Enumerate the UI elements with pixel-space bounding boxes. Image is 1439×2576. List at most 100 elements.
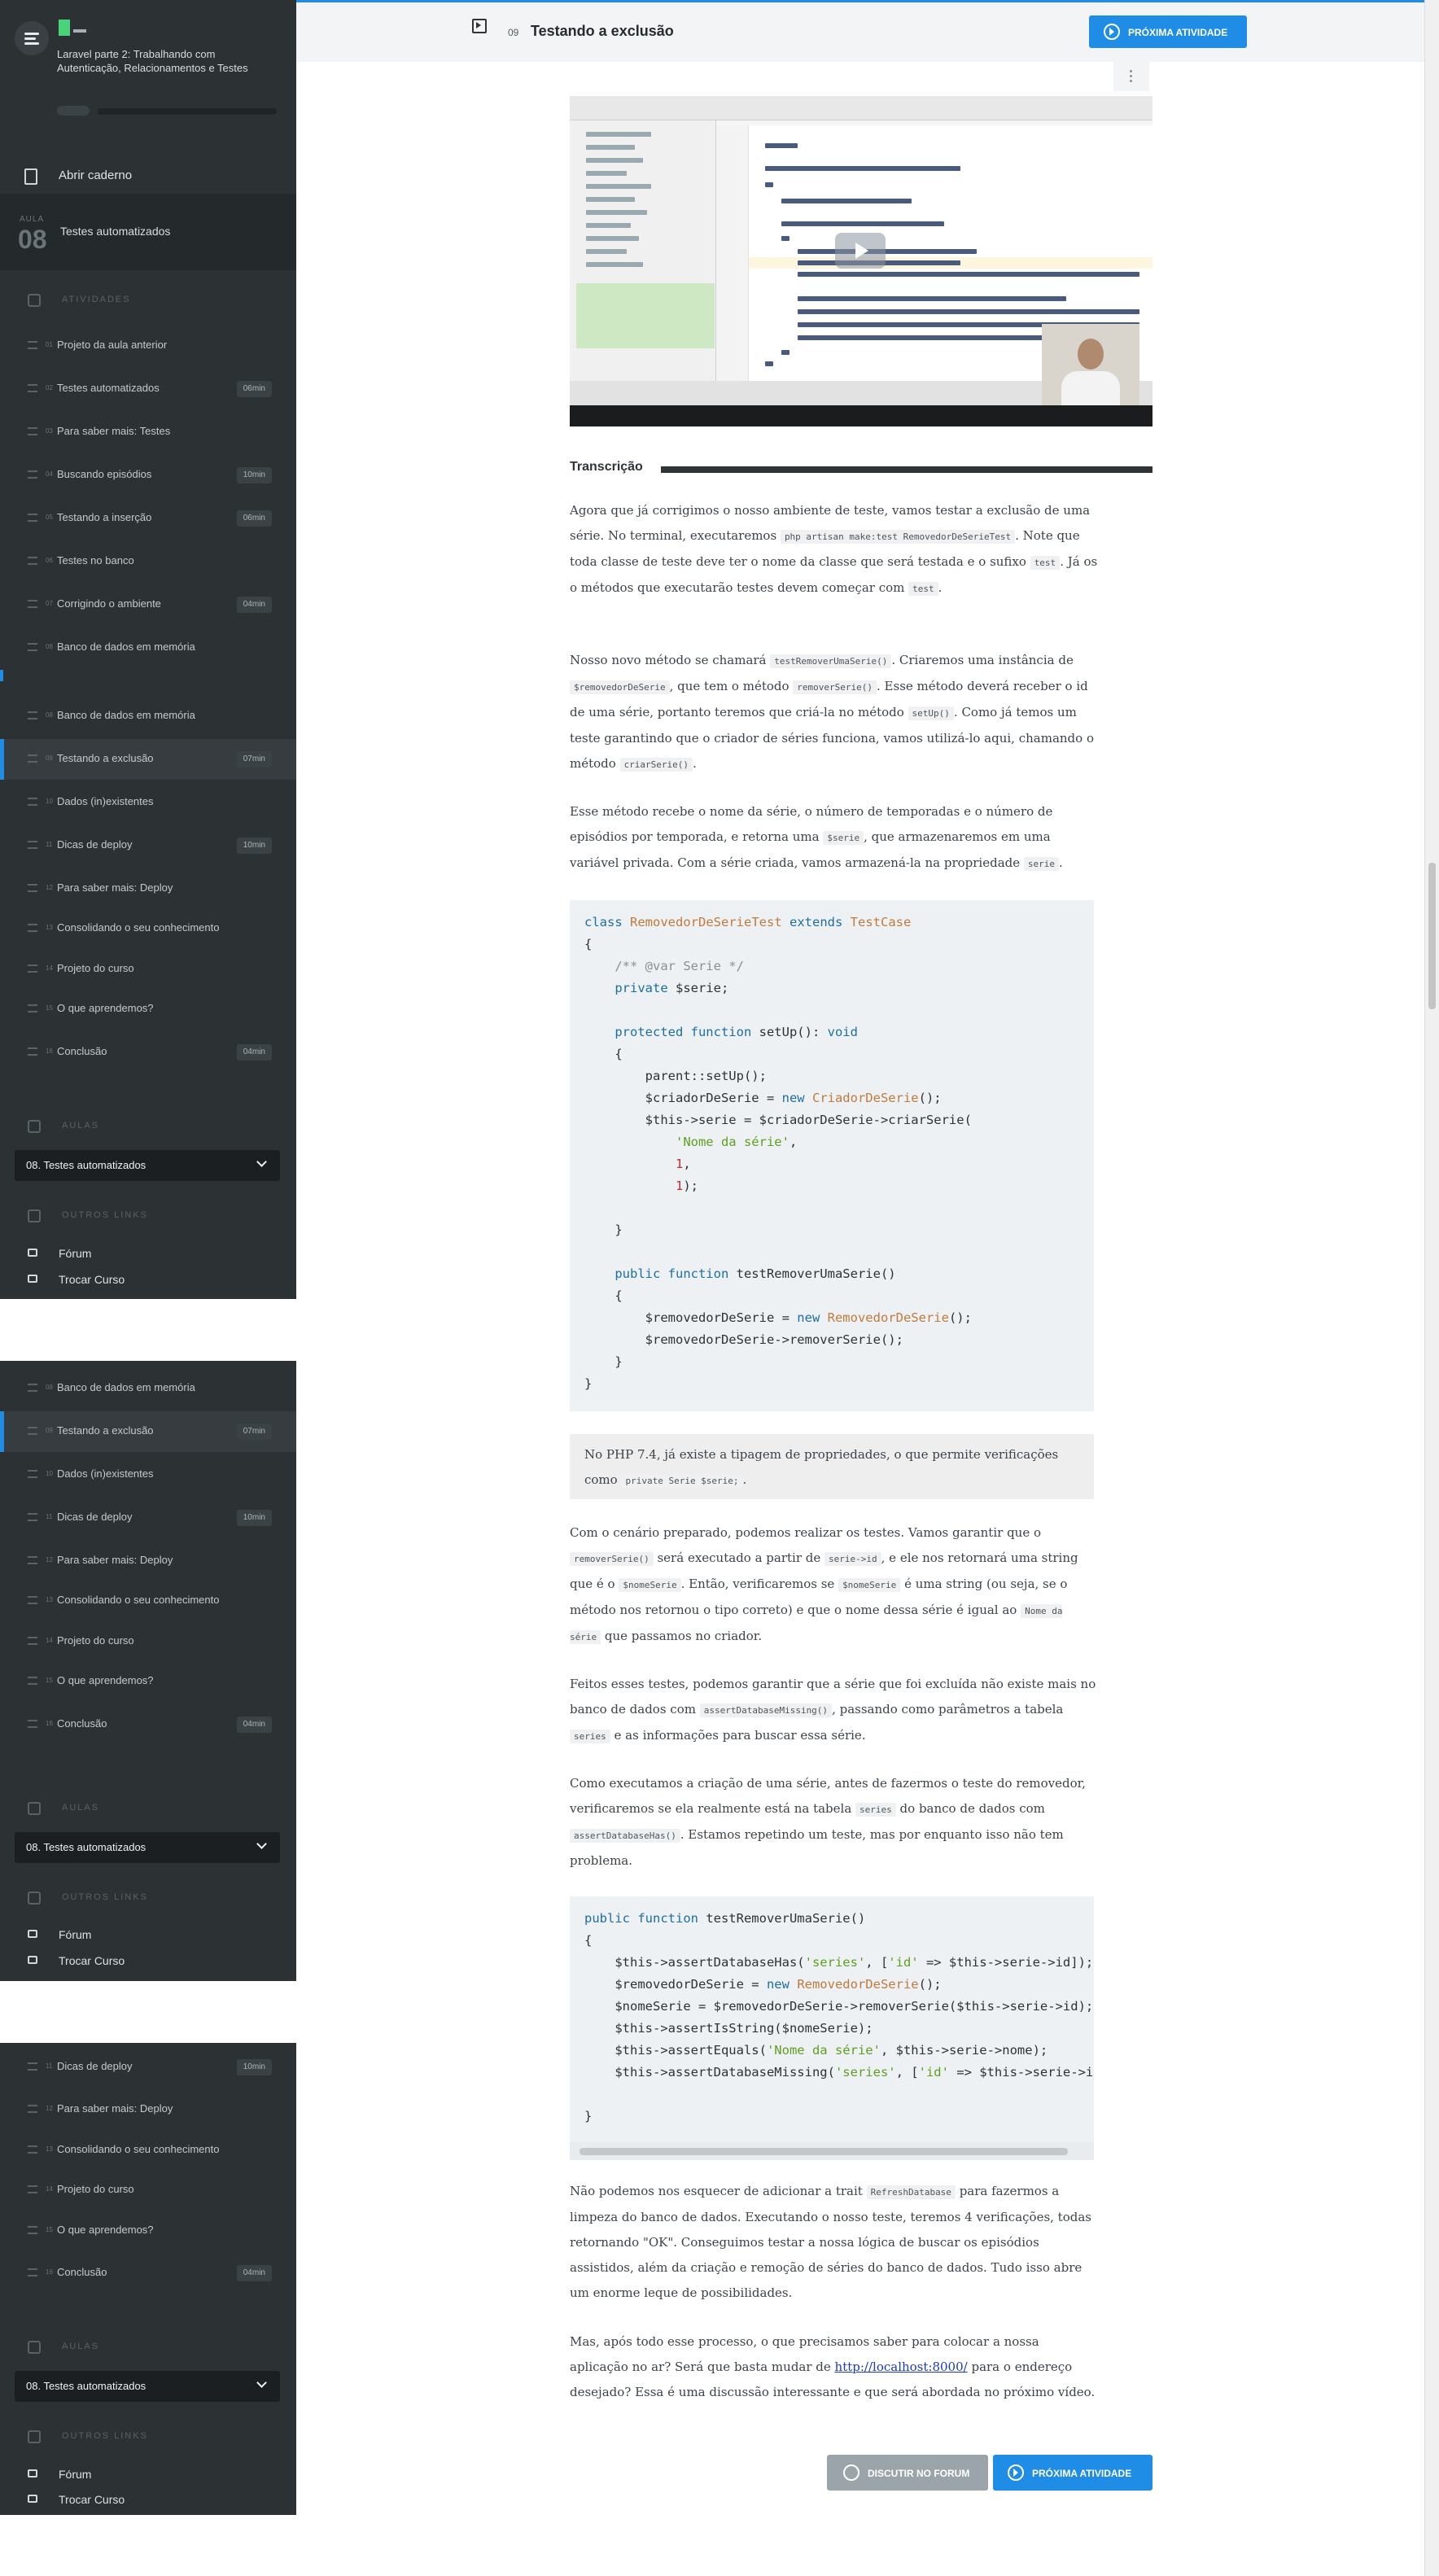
activity-duration: 04min [236, 597, 272, 613]
next-activity-button-bottom[interactable]: PRÓXIMA ATIVIDADE [993, 2455, 1153, 2491]
open-notebook-label: Abrir caderno [59, 168, 133, 182]
activity-item[interactable]: 14 Projeto do curso [0, 2170, 296, 2211]
chevron-down-icon [256, 1839, 267, 1849]
activity-item[interactable]: 04 Buscando episódios 10min [0, 455, 296, 496]
activity-item[interactable]: 08 Banco de dados em memória [0, 628, 296, 668]
forum-link[interactable]: Fórum [0, 1922, 296, 1947]
forum-link[interactable]: Fórum [0, 2462, 296, 2486]
list-icon [28, 798, 37, 806]
forum-link[interactable]: Fórum [0, 1241, 296, 1266]
links-icon [28, 1892, 41, 1905]
activity-label: O que aprendemos? [57, 2224, 154, 2236]
change-course-link[interactable]: Trocar Curso [0, 1948, 296, 1973]
activity-item[interactable]: 15 O que aprendemos? [0, 989, 296, 1030]
activity-item[interactable]: 11 Dicas de deploy 10min [0, 1498, 296, 1538]
aula-select-value: 08. Testes automatizados [26, 1841, 147, 1853]
change-course-link[interactable]: Trocar Curso [0, 2487, 296, 2512]
aula-select-value: 08. Testes automatizados [26, 2380, 147, 2392]
aulas-icon [28, 1802, 41, 1815]
activity-item[interactable]: 12 Para saber mais: Deploy [0, 1541, 296, 1581]
list-icon [28, 2062, 37, 2071]
activity-label: Para saber mais: Deploy [57, 2102, 173, 2115]
horizontal-scrollbar[interactable] [570, 2142, 1094, 2160]
localhost-link[interactable]: http://localhost:8000/ [835, 2360, 968, 2374]
activity-item[interactable]: 14 Projeto do curso [0, 949, 296, 990]
menu-toggle-button[interactable] [15, 21, 49, 55]
inline-code: test [908, 582, 938, 596]
activity-item-current[interactable]: 09 Testando a exclusão 07min [0, 1411, 296, 1452]
video-ide-project-tree [570, 120, 716, 381]
play-icon[interactable] [835, 233, 886, 269]
list-icon [28, 2145, 37, 2154]
page-scrollbar[interactable] [1424, 0, 1439, 2576]
list-icon [28, 754, 37, 763]
aula-select[interactable]: 08. Testes automatizados [15, 1150, 280, 1181]
video-activity-icon [472, 19, 487, 33]
list-icon [28, 600, 37, 608]
activity-item[interactable]: 01 Projeto da aula anterior [0, 326, 296, 366]
aula-select[interactable]: 08. Testes automatizados [15, 2371, 280, 2402]
activity-item[interactable]: 16 Conclusão 04min [0, 1704, 296, 1745]
activity-item[interactable]: 10 Dados (in)existentes [0, 1454, 296, 1495]
forum-icon [28, 2469, 37, 2478]
list-icon [28, 2105, 37, 2113]
links-icon [28, 1209, 41, 1222]
activity-item[interactable]: 13 Consolidando o seu conhecimento [0, 1581, 296, 1621]
activity-item[interactable]: 07 Corrigindo o ambiente 04min [0, 584, 296, 625]
code-block: class RemovedorDeSerieTest extends TestC… [570, 900, 1094, 1411]
activity-number: 16 [46, 2268, 53, 2276]
activity-item[interactable]: 13 Consolidando o seu conhecimento [0, 2130, 296, 2171]
activity-number: 10 [46, 1470, 53, 1477]
activity-item[interactable]: 12 Para saber mais: Deploy [0, 2089, 296, 2130]
activity-item[interactable]: 08 Banco de dados em memória [0, 696, 296, 737]
activity-label: Testes no banco [57, 554, 134, 566]
code-block-scrollable[interactable]: public function testRemoverUmaSerie() { … [570, 1896, 1094, 2160]
activity-item[interactable]: 14 Projeto do curso [0, 1621, 296, 1662]
activity-item[interactable]: 08 Banco de dados em memória [0, 1368, 296, 1409]
next-activity-button[interactable]: PRÓXIMA ATIVIDADE [1089, 15, 1247, 48]
paragraph: Como executamos a criação de uma série, … [570, 1776, 1086, 1868]
video-player[interactable] [570, 96, 1153, 426]
change-course-link[interactable]: Trocar Curso [0, 1267, 296, 1292]
inline-code: test [1030, 556, 1061, 570]
aula-select[interactable]: 08. Testes automatizados [15, 1832, 280, 1863]
activity-item[interactable]: 16 Conclusão 04min [0, 2253, 296, 2294]
activity-item-current[interactable]: 09 Testando a exclusão 07min [0, 739, 296, 780]
forum-icon [28, 1930, 37, 1938]
activity-label: Consolidando o seu conhecimento [57, 1594, 220, 1606]
open-notebook-link[interactable]: Abrir caderno [0, 155, 296, 197]
activity-item[interactable]: 03 Para saber mais: Testes [0, 412, 296, 453]
activity-number: 14 [46, 2185, 53, 2193]
activity-item[interactable]: 02 Testes automatizados 06min [0, 369, 296, 409]
activity-label: Testando a exclusão [57, 1424, 154, 1437]
activity-item[interactable]: 11 Dicas de deploy 10min [0, 825, 296, 866]
more-options-icon[interactable] [1113, 62, 1149, 91]
activity-label: Projeto do curso [57, 2183, 134, 2195]
activity-item[interactable]: 13 Consolidando o seu conhecimento [0, 908, 296, 949]
discuss-forum-button[interactable]: DISCUTIR NO FORUM [827, 2455, 988, 2491]
activity-item[interactable]: 15 O que aprendemos? [0, 1661, 296, 1702]
activity-item[interactable]: 10 Dados (in)existentes [0, 782, 296, 823]
scrollbar-thumb[interactable] [1428, 863, 1436, 1009]
sidebar-repeat: 08 Banco de dados em memória 09 Testando a… [0, 1361, 296, 1981]
activity-label: Consolidando o seu conhecimento [57, 2143, 220, 2155]
list-icon [28, 711, 37, 719]
paragraph: Mas, após todo esse processo, o que prec… [570, 2334, 1096, 2399]
activity-label: Buscando episódios [57, 468, 152, 480]
video-controls[interactable] [570, 405, 1153, 426]
aulas-section-title: AULAS [0, 1797, 296, 1822]
inline-code: assertDatabaseMissing() [699, 1703, 833, 1717]
sidebar-header: Laravel parte 2: Trabalhando com Autenti… [0, 0, 296, 163]
list-icon [28, 924, 37, 932]
heading-rule [661, 466, 1153, 473]
activity-item[interactable]: 12 Para saber mais: Deploy [0, 868, 296, 909]
activity-item[interactable]: 11 Dicas de deploy 10min [0, 2047, 296, 2088]
links-title-label: OUTROS LINKS [62, 2431, 148, 2441]
activity-item[interactable]: 15 O que aprendemos? [0, 2211, 296, 2251]
activity-label: Dicas de deploy [57, 1511, 133, 1523]
activity-label: Dados (in)existentes [57, 1467, 154, 1480]
aulas-icon [28, 2341, 41, 2354]
activity-item[interactable]: 16 Conclusão 04min [0, 1032, 296, 1073]
activity-item[interactable]: 06 Testes no banco [0, 541, 296, 582]
activity-item[interactable]: 05 Testando a inserção 06min [0, 498, 296, 539]
